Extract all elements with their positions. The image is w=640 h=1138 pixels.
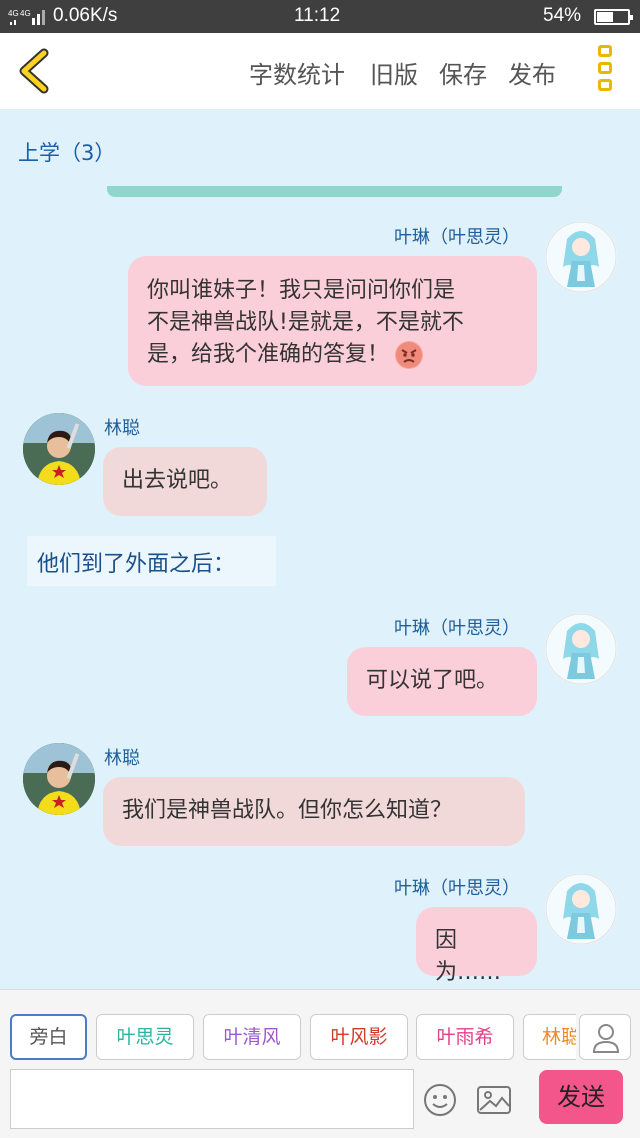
section-title: 上学（3） xyxy=(18,141,116,165)
svg-text:4G: 4G xyxy=(8,9,19,18)
avatar[interactable] xyxy=(545,221,617,293)
message-line: 不是神兽战队!是就是，不是就不 xyxy=(147,310,464,335)
message-line: 可以说了吧。 xyxy=(366,668,499,693)
person-icon[interactable] xyxy=(579,1014,631,1060)
message-bubble[interactable]: 因为…… xyxy=(416,907,537,985)
role-chip-ye-yuxi[interactable]: 叶雨希 xyxy=(416,1014,514,1060)
signal-icon: 4G 4G xyxy=(8,9,45,25)
word-count-button[interactable]: 字数统计 xyxy=(249,55,345,90)
vertical-dots-icon[interactable] xyxy=(593,45,617,97)
speaker-name: 叶琳（叶思灵） xyxy=(394,227,520,248)
smiley-icon[interactable] xyxy=(423,1083,457,1117)
avatar-lin-cong-icon xyxy=(23,743,95,815)
role-chip-ye-siling[interactable]: 叶思灵 xyxy=(96,1014,194,1060)
message-bubble[interactable]: 出去说吧。 xyxy=(103,447,267,516)
clock: 11:12 xyxy=(294,5,341,26)
send-button[interactable]: 发送 xyxy=(539,1070,623,1124)
svg-text:4G: 4G xyxy=(20,9,31,18)
message-bubble[interactable]: 你叫谁妹子！我只是问问你们是 不是神兽战队!是就是，不是就不 是，给我个准确的答… xyxy=(128,256,537,386)
role-chip-lin-cong[interactable]: 林聪 xyxy=(523,1014,576,1060)
network-speed: 0.06K/s xyxy=(53,5,118,26)
role-chip-ye-qingfeng[interactable]: 叶清风 xyxy=(203,1014,301,1060)
speaker-name: 叶琳（叶思灵） xyxy=(394,878,520,899)
message-bubble[interactable]: 我们是神兽战队。但你怎么知道？ xyxy=(103,777,525,846)
avatar[interactable] xyxy=(545,873,617,945)
role-chip-strip[interactable]: 旁白 叶思灵 叶清风 叶风影 叶雨希 林聪 xyxy=(0,990,576,1080)
avatar-lin-cong-icon xyxy=(23,413,95,485)
chat-area[interactable]: 上学（3） 叶琳（叶思灵） 你叫谁妹子！我只是问问你们是 不是神兽战队!是就是，… xyxy=(0,109,640,989)
avatar[interactable] xyxy=(545,613,617,685)
avatar-ye-lin-icon xyxy=(545,613,617,685)
save-button[interactable]: 保存 xyxy=(439,55,487,90)
narration-block[interactable]: 他们到了外面之后： xyxy=(27,536,276,586)
chevron-left-icon[interactable] xyxy=(14,47,54,95)
message-line: 出去说吧。 xyxy=(122,468,233,493)
composer-panel: 旁白 叶思灵 叶清风 叶风影 叶雨希 林聪 发送 xyxy=(0,989,640,1138)
message-line: 是，给我个准确的答复！ xyxy=(147,342,390,367)
role-chip-narrator[interactable]: 旁白 xyxy=(10,1014,87,1060)
message-bubble[interactable]: 可以说了吧。 xyxy=(347,647,537,716)
message-line: 你叫谁妹子！我只是问问你们是 xyxy=(147,278,456,303)
message-input[interactable] xyxy=(10,1069,414,1129)
avatar-ye-lin-icon xyxy=(545,873,617,945)
message-line: 因为…… xyxy=(435,928,502,985)
battery-icon xyxy=(594,9,633,25)
speaker-name: 林聪 xyxy=(104,748,140,769)
publish-button[interactable]: 发布 xyxy=(508,55,556,90)
role-chip-ye-fengying[interactable]: 叶风影 xyxy=(310,1014,408,1060)
editor-toolbar: 字数统计 旧版 保存 发布 xyxy=(0,33,640,109)
section-divider xyxy=(107,186,562,197)
avatar[interactable] xyxy=(23,413,95,485)
avatar-ye-lin-icon xyxy=(545,221,617,293)
angry-face-icon xyxy=(395,341,424,369)
avatar[interactable] xyxy=(23,743,95,815)
old-version-button[interactable]: 旧版 xyxy=(370,55,418,90)
battery-percent: 54% xyxy=(543,5,582,26)
message-line: 我们是神兽战队。但你怎么知道？ xyxy=(122,798,453,823)
speaker-name: 林聪 xyxy=(104,418,140,439)
image-icon[interactable] xyxy=(477,1085,511,1115)
status-bar: 4G 4G 0.06K/s 11:12 54% xyxy=(0,0,640,33)
speaker-name: 叶琳（叶思灵） xyxy=(394,618,520,639)
